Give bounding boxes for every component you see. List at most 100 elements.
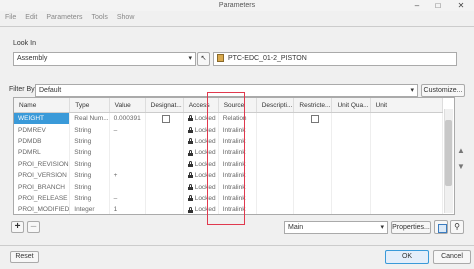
cell-name[interactable]: PDMDB [14,135,71,148]
cell-unit-quantity [331,124,371,136]
selected-item-name: PTC-EDC_01-2_PISTON [227,55,307,62]
cell-name[interactable]: PROI_MODIFIED [14,204,71,214]
cell-value[interactable] [109,181,146,193]
filter-value: Default [39,87,62,94]
scrollbar-thumb[interactable] [445,120,452,186]
cell-name[interactable]: PROI_BRANCH [14,181,71,193]
look-in-dropdown[interactable]: Assembly ▾ [13,52,196,66]
col-description[interactable]: Descripti... [256,98,295,113]
add-parameter-button[interactable]: + [11,221,24,233]
cell-unit-quantity [331,112,371,125]
cell-value[interactable]: – [109,192,146,205]
cell-restricted [293,192,333,205]
cell-name[interactable]: PROI_REVISION [14,158,71,170]
cell-value[interactable]: + [109,169,146,182]
divider [0,245,474,246]
selected-item-field[interactable]: PTC-EDC_01-2_PISTON [213,52,457,66]
col-name[interactable]: Name [14,98,71,113]
cell-description [256,204,295,214]
look-in-label: Look In [13,40,36,47]
cell-designated [145,181,184,193]
cell-type: Real Num... [69,112,110,125]
cell-name[interactable]: PROI_RELEASE [14,192,71,205]
cell-description [256,112,295,125]
reset-button[interactable]: Reset [10,251,39,263]
move-down-icon[interactable]: ▼ [457,162,465,171]
cell-unit [370,135,443,148]
maximize-icon[interactable]: □ [428,0,448,11]
divider [0,26,474,27]
cell-value[interactable]: – [109,124,146,136]
col-unit-quantity[interactable]: Unit Qua... [331,98,371,113]
cell-designated [145,192,184,205]
minimize-icon[interactable]: – [407,0,427,11]
cell-unit [370,147,443,159]
col-value[interactable]: Value [109,98,146,113]
lock-icon [187,183,193,190]
remove-parameter-button[interactable]: – [27,221,40,233]
cell-designated [145,158,184,170]
close-icon[interactable]: ✕ [450,0,472,11]
cell-unit-quantity [331,135,371,148]
cell-unit-quantity [331,147,371,159]
source-column-highlight [207,92,245,225]
col-designated[interactable]: Designat... [145,98,184,113]
lock-icon [187,195,193,202]
cell-designated [145,124,184,136]
find-button[interactable]: ⚲ [450,220,464,234]
cell-designated [145,204,184,214]
cell-unit-quantity [331,181,371,193]
cell-description [256,135,295,148]
table-icon [438,224,447,233]
cell-description [256,169,295,182]
cell-restricted [293,135,333,148]
cell-value[interactable] [109,158,146,170]
cancel-button[interactable]: Cancel [433,250,471,264]
ok-button[interactable]: OK [385,250,429,264]
lock-icon [187,172,193,179]
cell-restricted [293,124,333,136]
lock-icon [187,115,193,122]
cell-name[interactable]: PROI_VERSION [14,169,71,182]
cell-name[interactable]: PDMRL [14,147,71,159]
properties-button[interactable]: Properties... [391,221,431,234]
cell-unit [370,181,443,193]
menu-tools[interactable]: Tools [92,11,108,25]
cell-type: String [69,124,110,136]
pointer-icon: ↖ [200,55,207,62]
window-title: Parameters [0,0,474,11]
col-type[interactable]: Type [69,98,110,113]
menu-show[interactable]: Show [117,11,135,25]
main-dropdown[interactable]: Main ▾ [284,221,388,234]
cell-type: String [69,169,110,182]
table-view-button[interactable] [434,220,448,234]
cell-value[interactable] [109,135,146,148]
select-pointer-button[interactable]: ↖ [197,52,210,66]
cell-name[interactable]: PDMREV [14,124,71,136]
menu-bar: File Edit Parameters Tools Show [0,11,474,25]
lock-icon [187,138,193,145]
menu-file[interactable]: File [5,11,16,25]
cell-value[interactable]: 1 [109,204,146,214]
customize-button[interactable]: Customize... [421,84,465,97]
col-restricted[interactable]: Restricte... [293,98,333,113]
cell-unit [370,192,443,205]
move-up-icon[interactable]: ▲ [457,146,465,155]
lock-icon [187,206,193,213]
restricted-checkbox[interactable] [310,114,319,123]
menu-parameters[interactable]: Parameters [46,11,82,25]
cell-unit [370,158,443,170]
look-in-value: Assembly [17,55,48,62]
cell-value[interactable]: 0.000391 [109,112,146,125]
cell-unit-quantity [331,158,371,170]
cell-value[interactable] [109,147,146,159]
cell-restricted [293,169,333,182]
cell-restricted [293,112,333,125]
cell-unit-quantity [331,192,371,205]
designated-checkbox[interactable] [162,114,171,123]
cell-type: Integer [69,204,110,214]
menu-edit[interactable]: Edit [25,11,37,25]
chevron-down-icon: ▾ [188,55,192,62]
col-unit[interactable]: Unit [370,98,443,113]
cell-name[interactable]: WEIGHT [14,112,71,125]
